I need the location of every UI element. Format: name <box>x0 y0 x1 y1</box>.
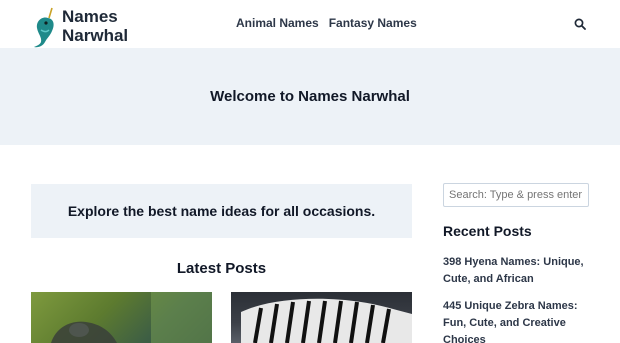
recent-post-link[interactable]: 398 Hyena Names: Unique, Cute, and Afric… <box>443 254 593 288</box>
post-thumbnail-2[interactable] <box>231 292 412 343</box>
main-nav: Animal Names Fantasy Names <box>236 16 417 30</box>
sidebar-search-input[interactable] <box>443 183 589 207</box>
narwhal-logo-icon[interactable] <box>32 6 60 48</box>
search-icon[interactable] <box>574 17 586 30</box>
logo-line-1: Names <box>62 7 118 26</box>
site-logo-text[interactable]: Names Narwhal <box>62 7 128 45</box>
recent-post-link[interactable]: 445 Unique Zebra Names: Fun, Cute, and C… <box>443 298 593 343</box>
logo-line-2: Narwhal <box>62 26 129 45</box>
post-thumbnail-1[interactable] <box>31 292 212 343</box>
recent-posts-list: 398 Hyena Names: Unique, Cute, and Afric… <box>443 254 593 343</box>
nav-item-animal-names[interactable]: Animal Names <box>236 16 319 30</box>
site-header: Names Narwhal Animal Names Fantasy Names <box>0 0 620 48</box>
nav-item-fantasy-names[interactable]: Fantasy Names <box>329 16 417 30</box>
recent-posts-heading: Recent Posts <box>443 223 532 239</box>
intro-text: Explore the best name ideas for all occa… <box>67 203 376 219</box>
hero-banner: Welcome to Names Narwhal <box>0 48 620 145</box>
intro-box: Explore the best name ideas for all occa… <box>31 184 412 238</box>
latest-posts-heading: Latest Posts <box>176 260 267 277</box>
page-title: Welcome to Names Narwhal <box>210 88 410 105</box>
